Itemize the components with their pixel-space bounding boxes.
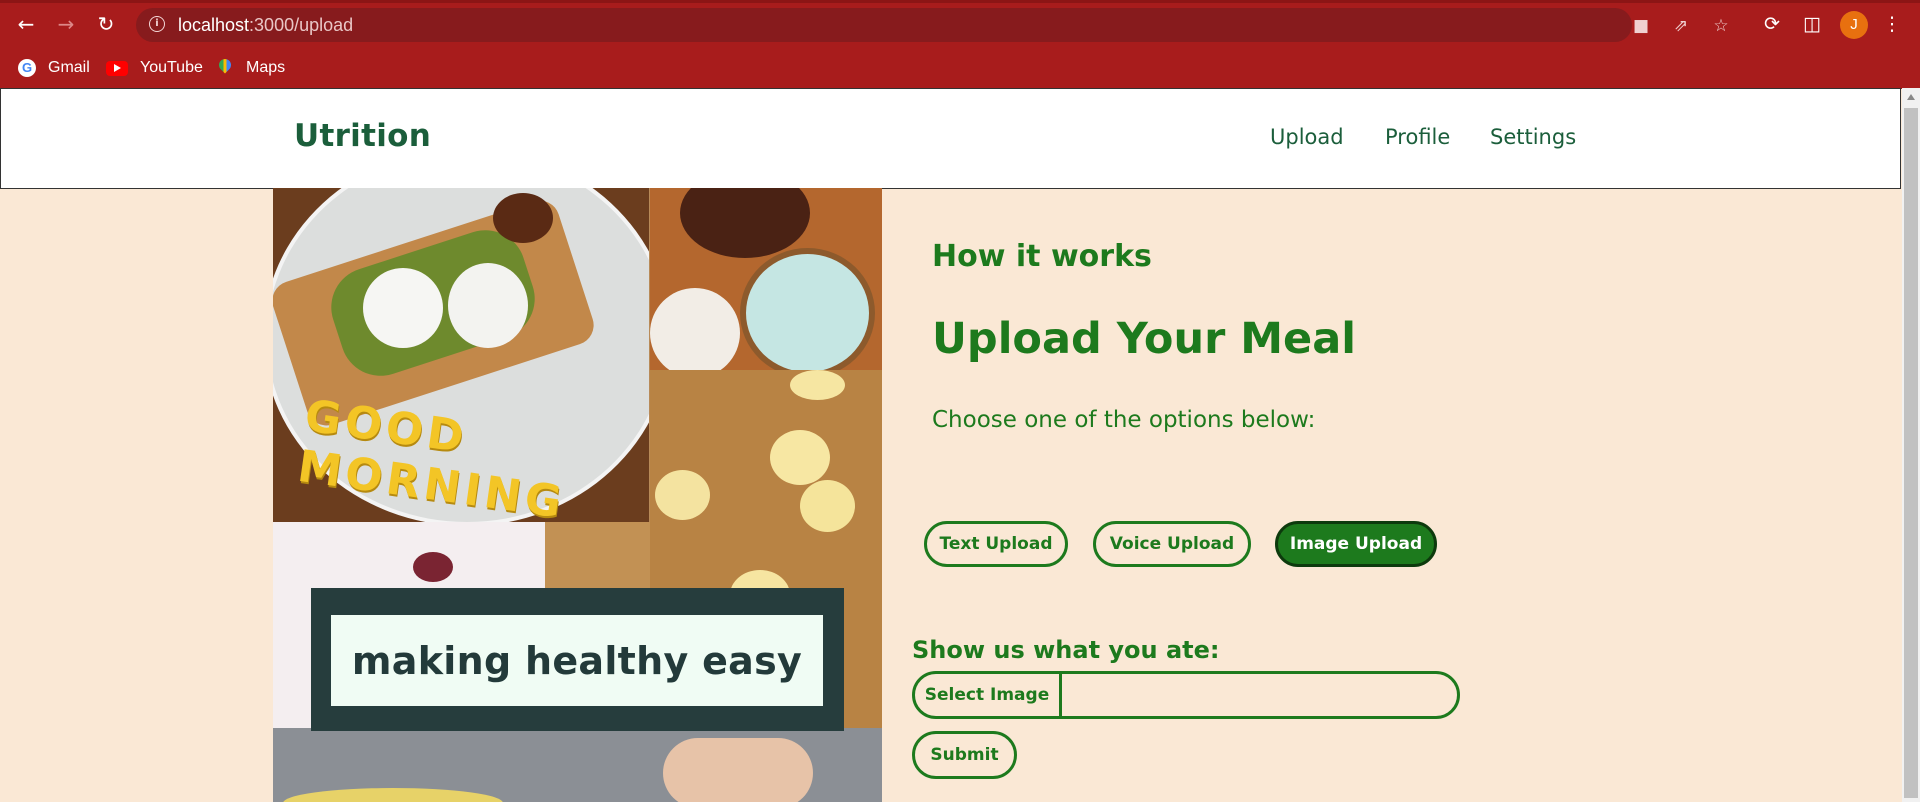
url-host: localhost xyxy=(178,15,250,35)
page-title: Upload Your Meal xyxy=(932,314,1356,364)
maps-icon xyxy=(216,59,234,77)
scrollbar[interactable] xyxy=(1902,88,1920,802)
scroll-up-arrow-icon[interactable] xyxy=(1907,94,1915,100)
youtube-icon xyxy=(106,60,128,76)
chocolate-donut xyxy=(680,188,810,258)
banana-slice xyxy=(655,470,710,520)
bookmark-star-icon[interactable]: ☆ xyxy=(1710,15,1732,37)
page-viewport: Utrition Upload Profile Settings GOOD MO… xyxy=(0,88,1902,802)
side-panel-icon[interactable]: ◫ xyxy=(1800,12,1824,36)
bookmark-youtube[interactable]: YouTube xyxy=(106,57,203,79)
menu-kebab-icon[interactable]: ⋮ xyxy=(1880,12,1904,36)
section-label: How it works xyxy=(932,239,1152,274)
select-image-button[interactable]: Select Image xyxy=(915,674,1062,716)
text-upload-button[interactable]: Text Upload xyxy=(924,521,1068,567)
bookmark-label: Maps xyxy=(246,59,286,76)
back-arrow-icon[interactable]: ← xyxy=(14,12,38,36)
nav-link-profile[interactable]: Profile xyxy=(1385,125,1450,149)
bookmark-gmail[interactable]: G Gmail xyxy=(18,57,90,79)
berry xyxy=(413,552,453,582)
instruction-text: Choose one of the options below: xyxy=(932,407,1316,433)
browser-toolbar: ← → ↻ i localhost:3000/upload ■ ⇗ ☆ ⟳ ◫ … xyxy=(0,0,1920,49)
reload-icon[interactable]: ↻ xyxy=(94,12,118,36)
nav-link-settings[interactable]: Settings xyxy=(1490,125,1576,149)
bookmarks-bar: G Gmail YouTube Maps xyxy=(0,49,1920,89)
brand-logo[interactable]: Utrition xyxy=(294,118,431,154)
url-path: :3000/upload xyxy=(249,15,354,35)
table-photo xyxy=(273,728,882,802)
voice-upload-button[interactable]: Voice Upload xyxy=(1093,521,1251,567)
donut-photo xyxy=(650,188,882,370)
food-bowl xyxy=(283,788,503,802)
address-url[interactable]: localhost:3000/upload xyxy=(178,15,353,36)
site-info-icon[interactable]: i xyxy=(149,16,165,32)
white-donut xyxy=(650,288,740,370)
mint-donut xyxy=(740,248,875,370)
sauce-bowl xyxy=(493,193,553,243)
video-camera-icon[interactable]: ■ xyxy=(1630,15,1652,37)
share-icon[interactable]: ⇗ xyxy=(1670,15,1692,37)
hands xyxy=(663,738,813,802)
site-navbar: Utrition Upload Profile Settings xyxy=(0,88,1901,189)
banana-slice xyxy=(800,480,855,532)
forward-arrow-icon[interactable]: → xyxy=(54,12,78,36)
poached-egg xyxy=(448,263,528,348)
file-input[interactable]: Select Image xyxy=(912,671,1460,719)
banana-slice xyxy=(790,370,845,400)
submit-button[interactable]: Submit xyxy=(912,731,1017,779)
bookmark-maps[interactable]: Maps xyxy=(216,57,285,79)
tab-strip-edge xyxy=(0,0,1920,3)
address-bar[interactable]: i localhost:3000/upload ■ ⇗ ☆ xyxy=(136,8,1729,42)
image-upload-button[interactable]: Image Upload xyxy=(1275,521,1437,567)
banana-slice xyxy=(770,430,830,485)
profile-avatar[interactable]: J xyxy=(1840,11,1868,39)
nav-link-upload[interactable]: Upload xyxy=(1270,125,1344,149)
extensions-icon[interactable]: ⟳ xyxy=(1760,12,1784,36)
upload-prompt: Show us what you ate: xyxy=(912,636,1220,664)
bookmark-label: YouTube xyxy=(140,59,203,76)
poached-egg xyxy=(363,268,443,348)
tagline-box: making healthy easy xyxy=(331,615,823,706)
tagline: making healthy easy xyxy=(351,638,803,683)
scrollbar-thumb[interactable] xyxy=(1904,108,1918,798)
google-icon: G xyxy=(18,59,36,77)
bookmark-label: Gmail xyxy=(48,59,90,76)
breakfast-photo: GOOD MORNING xyxy=(273,188,649,522)
